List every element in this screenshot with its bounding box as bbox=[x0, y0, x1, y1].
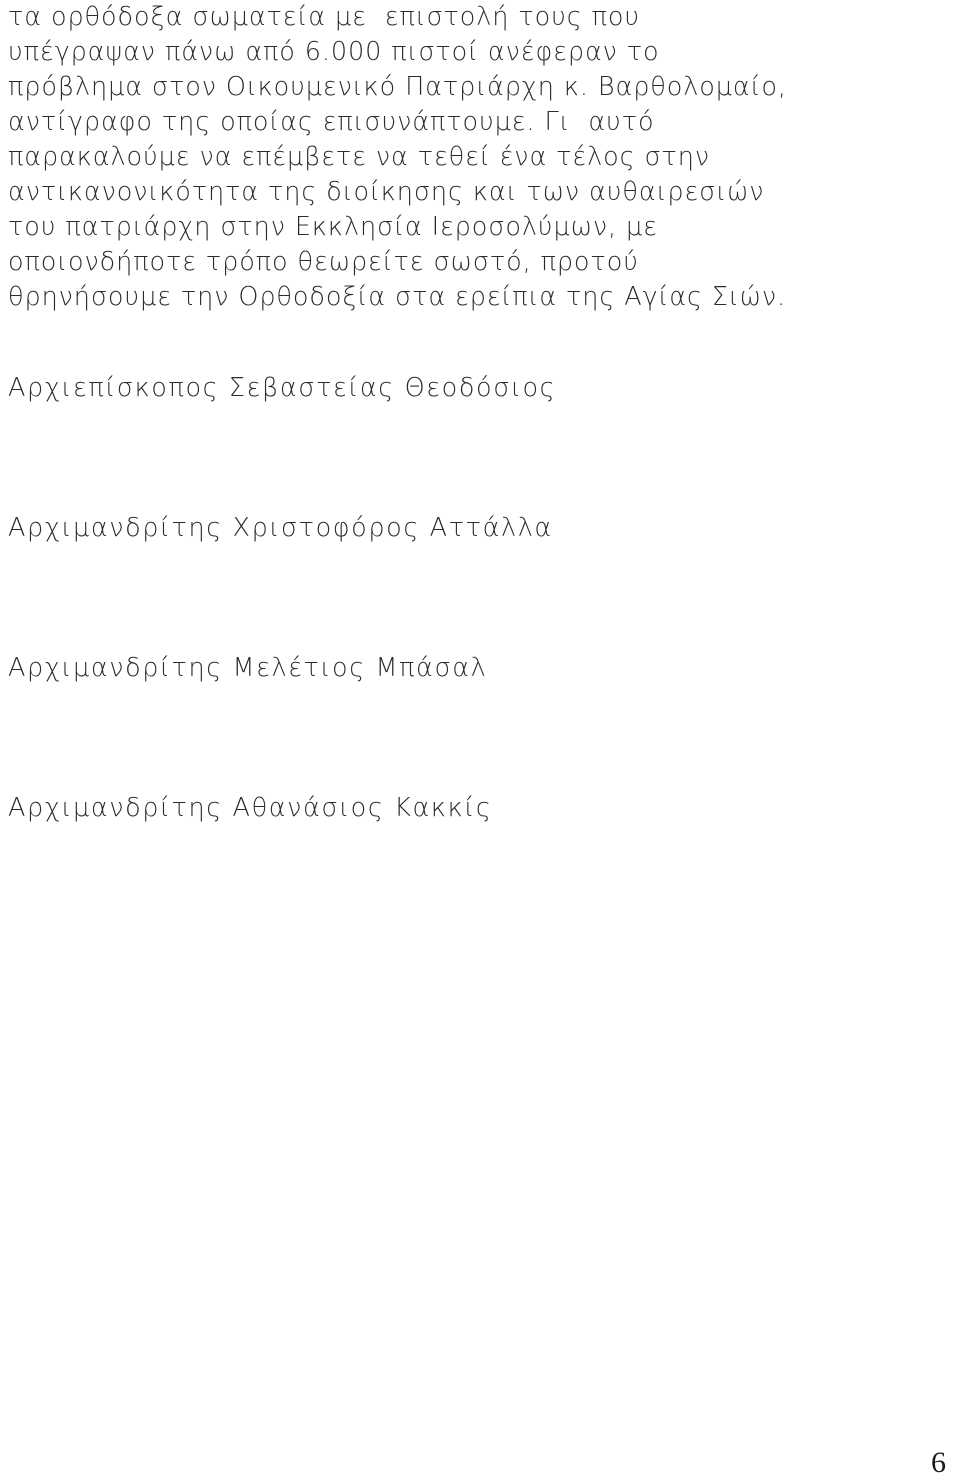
signature-line: Αρχιεπίσκοπος Σεβαστείας Θεοδόσιος bbox=[8, 373, 557, 403]
signature-line: Αρχιμανδρίτης Μελέτιος Μπάσαλ bbox=[8, 653, 488, 683]
body-paragraph: τα ορθόδοξα σωματεία με επιστολή τους πο… bbox=[8, 0, 952, 315]
signature-block: Αρχιεπίσκοπος Σεβαστείας Θεοδόσιος Αρχιμ… bbox=[8, 372, 952, 932]
text-line: αντίγραφο της οποίας επισυνάπτουμε. Γι α… bbox=[8, 107, 655, 137]
signature-line: Αρχιμανδρίτης Χριστοφόρος Αττάλλα bbox=[8, 513, 553, 543]
text-line: του πατριάρχη στην Εκκλησία Ιεροσολύμων,… bbox=[8, 212, 658, 242]
page-number: 6 bbox=[931, 1446, 946, 1479]
text-line: υπέγραψαν πάνω από 6.000 πιστοί ανέφεραν… bbox=[8, 37, 660, 67]
text-line: παρακαλούμε να επέμβετε να τεθεί ένα τέλ… bbox=[8, 142, 710, 172]
text-line: αντικανονικότητα της διοίκησης και των α… bbox=[8, 177, 765, 207]
document-page: τα ορθόδοξα σωματεία με επιστολή τους πο… bbox=[0, 0, 960, 1484]
text-line: οποιονδήποτε τρόπο θεωρείτε σωστό, προτο… bbox=[8, 247, 639, 277]
text-line: πρόβλημα στον Οικουμενικό Πατριάρχη κ. Β… bbox=[8, 72, 787, 102]
signature-line: Αρχιμανδρίτης Αθανάσιος Κακκίς bbox=[8, 793, 493, 823]
text-line: θρηνήσουμε την Ορθοδοξία στα ερείπια της… bbox=[8, 282, 787, 312]
text-line: τα ορθόδοξα σωματεία με επιστολή τους πο… bbox=[8, 2, 641, 32]
